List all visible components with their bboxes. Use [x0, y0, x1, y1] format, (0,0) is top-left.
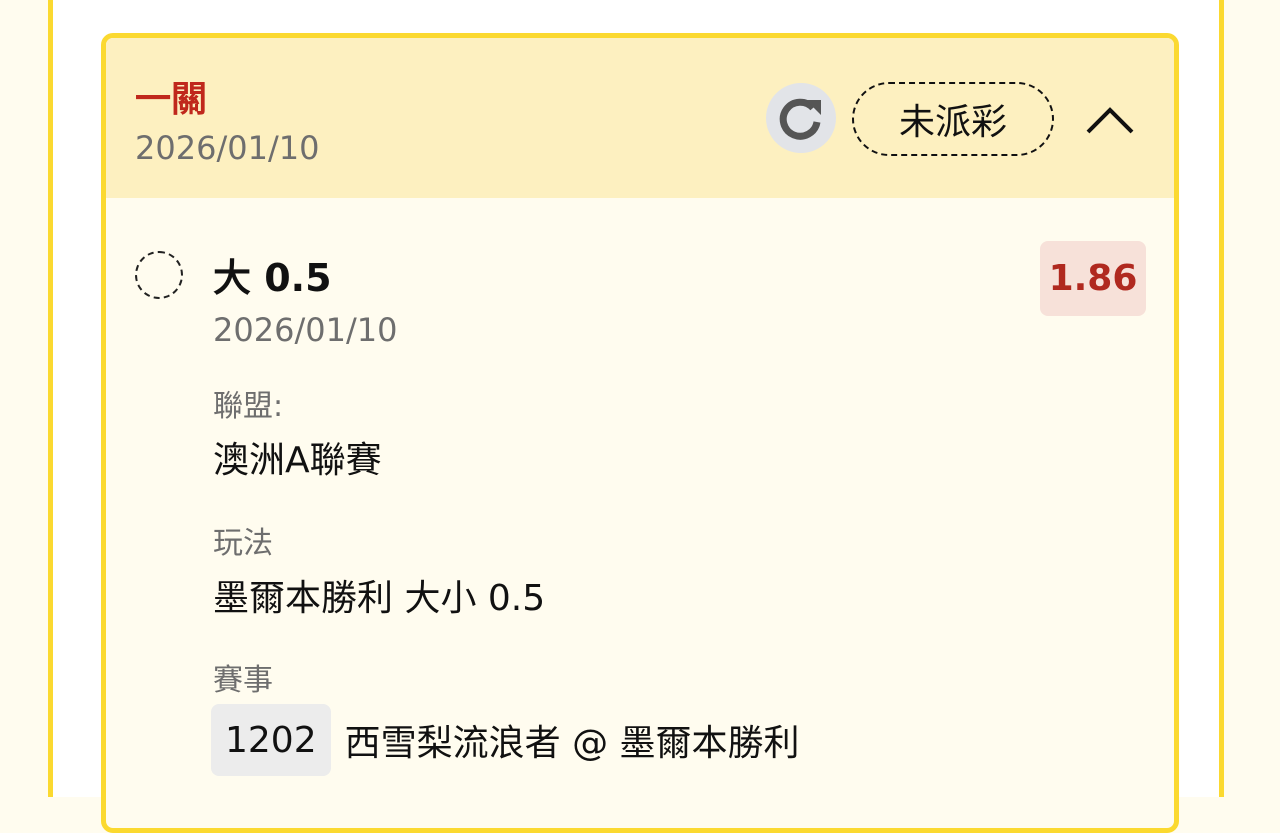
match-row: 1202 西雪梨流浪者 @ 墨爾本勝利 [211, 702, 800, 778]
match-label: 賽事 [213, 663, 273, 698]
chevron-up-icon [1086, 107, 1134, 134]
league-value: 澳洲A聯賽 [213, 440, 382, 481]
play-label: 玩法 [213, 526, 273, 561]
league-label: 聯盟: [213, 389, 284, 424]
play-value: 墨爾本勝利 大小 0.5 [213, 578, 546, 619]
match-name: 西雪梨流浪者 @ 墨爾本勝利 [344, 723, 800, 764]
payout-status-badge: 未派彩 [852, 82, 1054, 156]
bet-type-title: 一關 [135, 79, 208, 120]
refresh-icon [779, 98, 821, 140]
selection-date: 2026/01/10 [213, 311, 398, 349]
selection-checkbox[interactable] [135, 251, 183, 299]
selection-title: 大 0.5 [213, 256, 332, 300]
odds-badge: 1.86 [1040, 241, 1146, 316]
bet-date: 2026/01/10 [135, 129, 320, 167]
bet-card-header[interactable]: 一關 2026/01/10 未派彩 [106, 38, 1174, 198]
bet-card: 一關 2026/01/10 未派彩 大 0.5 2026/01/10 1.86 … [101, 33, 1179, 833]
match-id-badge: 1202 [211, 704, 331, 776]
collapse-button[interactable] [1078, 88, 1142, 152]
refresh-button[interactable] [766, 83, 836, 153]
